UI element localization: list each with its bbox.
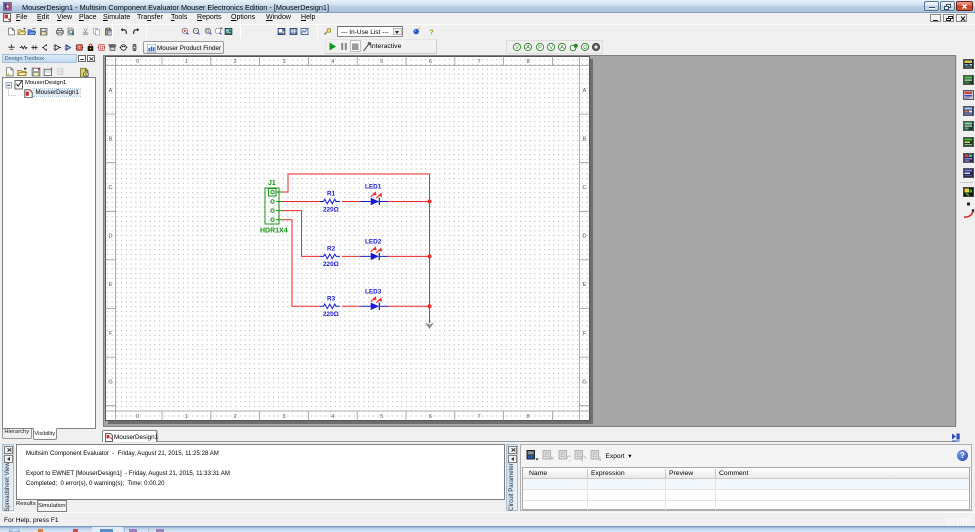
svg-text:6: 6 [429,414,432,420]
svg-text:3: 3 [282,59,285,65]
svg-text:G: G [582,379,586,385]
svg-text:B: B [583,136,587,142]
svg-text:R2: R2 [327,245,336,252]
svg-text:8: 8 [526,59,529,65]
svg-text:1: 1 [185,59,188,65]
svg-text:4: 4 [331,414,334,420]
svg-text:G: G [108,379,112,385]
svg-text:C: C [109,185,113,191]
svg-text:LED2: LED2 [365,238,382,245]
svg-text:E: E [109,282,113,288]
svg-text:0: 0 [136,414,139,420]
svg-text:7: 7 [478,59,481,65]
svg-text:C: C [583,185,587,191]
svg-text:?: ? [429,27,434,36]
svg-text:P: P [538,45,542,51]
svg-text:220Ω: 220Ω [323,261,339,268]
svg-text:E: E [583,282,587,288]
svg-text:7: 7 [478,414,481,420]
svg-text:2: 2 [234,414,237,420]
svg-text:LED3: LED3 [365,288,382,295]
svg-text:8: 8 [526,414,529,420]
svg-text:LED1: LED1 [365,184,382,191]
svg-text:R1: R1 [327,191,336,198]
svg-text:A: A [583,88,587,94]
svg-text:A: A [109,88,113,94]
svg-text:D: D [583,234,587,240]
svg-text:HDR1X4: HDR1X4 [260,228,288,235]
svg-text:B: B [109,136,113,142]
svg-text:J1: J1 [268,180,276,187]
svg-text:2: 2 [234,59,237,65]
svg-text:D: D [109,234,113,240]
svg-text:R3: R3 [327,295,336,302]
svg-text:0: 0 [136,59,139,65]
svg-text:220Ω: 220Ω [323,311,339,318]
svg-text:220Ω: 220Ω [323,206,339,213]
svg-text:5: 5 [380,59,383,65]
svg-text:A: A [526,45,530,51]
svg-text:1: 1 [185,414,188,420]
svg-text:A: A [560,45,564,51]
svg-text:5: 5 [380,414,383,420]
svg-text:6: 6 [429,59,432,65]
svg-text:Ω: Ω [583,45,588,51]
svg-text:4: 4 [331,59,334,65]
svg-text:3: 3 [282,414,285,420]
svg-text:V: V [549,45,553,51]
svg-text:V: V [515,45,519,51]
